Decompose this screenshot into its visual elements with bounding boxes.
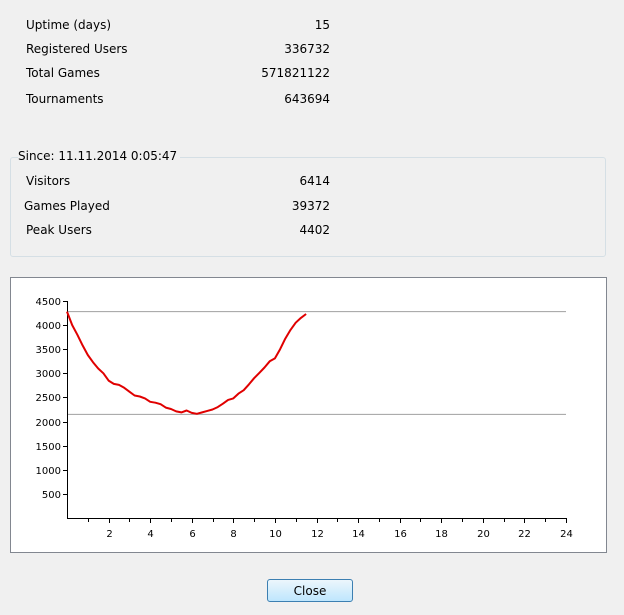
since-value: 39372	[291, 199, 330, 213]
y-tick-label: 500	[42, 490, 61, 501]
y-tick-label: 4500	[36, 297, 61, 308]
stat-value: 571821122	[261, 66, 330, 80]
x-tick-label: 10	[269, 529, 282, 540]
y-tick-label: 1500	[36, 442, 61, 453]
x-tick-label: 24	[560, 529, 573, 540]
y-tick-label: 4000	[36, 321, 61, 332]
since-title: Since: 11.11.2014 0:05:47	[18, 149, 181, 163]
stat-row-tournaments: Tournaments 643694	[26, 92, 330, 108]
y-tick-label: 2500	[36, 393, 61, 404]
x-tick-label: 2	[106, 529, 112, 540]
x-tick-label: 20	[477, 529, 490, 540]
since-label: Peak Users	[26, 223, 92, 237]
y-tick-label: 3500	[36, 345, 61, 356]
x-tick-label: 16	[394, 529, 407, 540]
since-row-games-played: Games Played 39372	[24, 199, 330, 215]
x-tick-label: 14	[352, 529, 365, 540]
close-button[interactable]: Close	[267, 579, 353, 602]
x-tick-label: 22	[518, 529, 531, 540]
users-chart: 500100015002000250030003500400045002 4 6 8 1…	[36, 297, 573, 540]
x-tick-label: 8	[230, 529, 236, 540]
y-tick-label: 3000	[36, 369, 61, 380]
stat-label: Tournaments	[26, 92, 104, 106]
stat-label: Registered Users	[26, 42, 128, 56]
stat-value: 15	[314, 18, 330, 32]
y-tick-label: 2000	[36, 418, 61, 429]
since-value: 4402	[299, 223, 330, 237]
since-label: Games Played	[24, 199, 110, 213]
x-tick-label: 12	[311, 529, 324, 540]
stat-value: 643694	[284, 92, 330, 106]
x-tick-label: 4	[147, 529, 153, 540]
stat-row-total-games: Total Games 571821122	[26, 66, 330, 82]
since-label: Visitors	[26, 174, 71, 188]
since-value: 6414	[299, 174, 330, 188]
stat-label: Uptime (days)	[26, 18, 112, 32]
y-tick-label: 1000	[36, 466, 61, 477]
x-tick-label: 18	[435, 529, 448, 540]
x-tick-label: 6	[189, 529, 195, 540]
users-chart-panel: 500 1000 1500 2000 2500 3000 3500 4000 4500 2 4 6 8 1…	[10, 277, 607, 553]
since-row-peak-users: Peak Users 4402	[26, 223, 330, 239]
stat-label: Total Games	[26, 66, 100, 80]
since-row-visitors: Visitors 6414	[26, 174, 330, 190]
stat-row-uptime: Uptime (days) 15	[26, 18, 330, 34]
series-line-users	[66, 311, 307, 415]
stat-row-registered-users: Registered Users 336732	[26, 42, 330, 58]
stat-value: 336732	[284, 42, 330, 56]
